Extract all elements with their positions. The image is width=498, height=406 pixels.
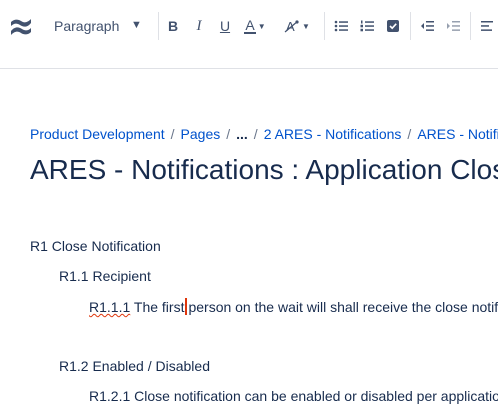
breadcrumb-item-ares-notifications[interactable]: 2 ARES - Notifications <box>264 126 402 142</box>
indent-button[interactable] <box>442 12 464 40</box>
toolbar-divider <box>470 12 471 40</box>
outdent-icon <box>421 21 434 31</box>
confluence-logo-icon[interactable] <box>8 14 34 40</box>
breadcrumb-item-product-development[interactable]: Product Development <box>30 126 165 142</box>
text-color-button[interactable]: A ▼ <box>238 12 272 40</box>
heading-r1[interactable]: R1 Close Notification <box>30 238 161 254</box>
svg-text:A: A <box>286 19 295 34</box>
chevron-down-icon: ▼ <box>302 21 310 31</box>
breadcrumb-item-ares-notifi[interactable]: ARES - Notifi <box>417 126 498 142</box>
underline-button[interactable]: U <box>214 12 236 40</box>
breadcrumb-separator: / <box>407 126 412 142</box>
breadcrumb-item-pages[interactable]: Pages <box>181 126 221 142</box>
heading-r1-1[interactable]: R1.1 Recipient <box>59 268 151 284</box>
numbered-list-button[interactable] <box>356 12 378 40</box>
breadcrumb-separator: / <box>226 126 231 142</box>
more-formatting-button[interactable]: A ▼ <box>280 12 314 40</box>
bold-button[interactable]: B <box>162 12 184 40</box>
breadcrumb-ellipsis[interactable]: ... <box>236 126 248 142</box>
align-left-icon <box>481 21 493 31</box>
align-left-button[interactable] <box>476 12 498 40</box>
toolbar-divider <box>158 12 159 40</box>
toolbar-divider <box>410 12 411 40</box>
chevron-down-icon: ▼ <box>257 21 266 31</box>
breadcrumb-separator: / <box>170 126 175 142</box>
numbered-list-icon <box>360 20 374 32</box>
page-title-input[interactable]: ARES - Notifications : Application Clos <box>30 154 498 186</box>
spellcheck-word[interactable]: R1.1.1 <box>89 299 130 315</box>
bullet-list-button[interactable] <box>330 12 352 40</box>
italic-button[interactable]: I <box>188 12 210 40</box>
task-list-button[interactable] <box>382 12 404 40</box>
toolbar-bottom-border <box>0 68 498 69</box>
chevron-down-icon: ▼ <box>131 19 142 31</box>
heading-r1-2[interactable]: R1.2 Enabled / Disabled <box>59 358 210 374</box>
checkbox-icon <box>387 20 399 32</box>
text-color-label: A <box>244 17 256 34</box>
bullet-list-icon <box>334 20 348 32</box>
paragraph-text: person on the wait will shall receive th… <box>188 299 498 315</box>
paragraph-style-dropdown[interactable]: Paragraph ▼ <box>46 11 152 41</box>
editor-toolbar: Paragraph ▼ B I U A ▼ A ▼ <box>0 0 498 52</box>
breadcrumb: Product Development / Pages /... / 2 ARES - N… <box>30 126 498 142</box>
clear-formatting-icon: A <box>284 19 299 34</box>
paragraph-style-label: Paragraph <box>54 18 120 34</box>
indent-icon <box>447 21 460 31</box>
outdent-button[interactable] <box>416 12 438 40</box>
toolbar-divider <box>324 12 325 40</box>
paragraph-r1-1-1[interactable]: R1.1.1 The first person on the wait will … <box>89 298 498 315</box>
breadcrumb-separator: / <box>253 126 258 142</box>
paragraph-text: The first <box>130 299 185 315</box>
paragraph-r1-2-1[interactable]: R1.2.1 Close notification can be enabled… <box>89 388 498 404</box>
